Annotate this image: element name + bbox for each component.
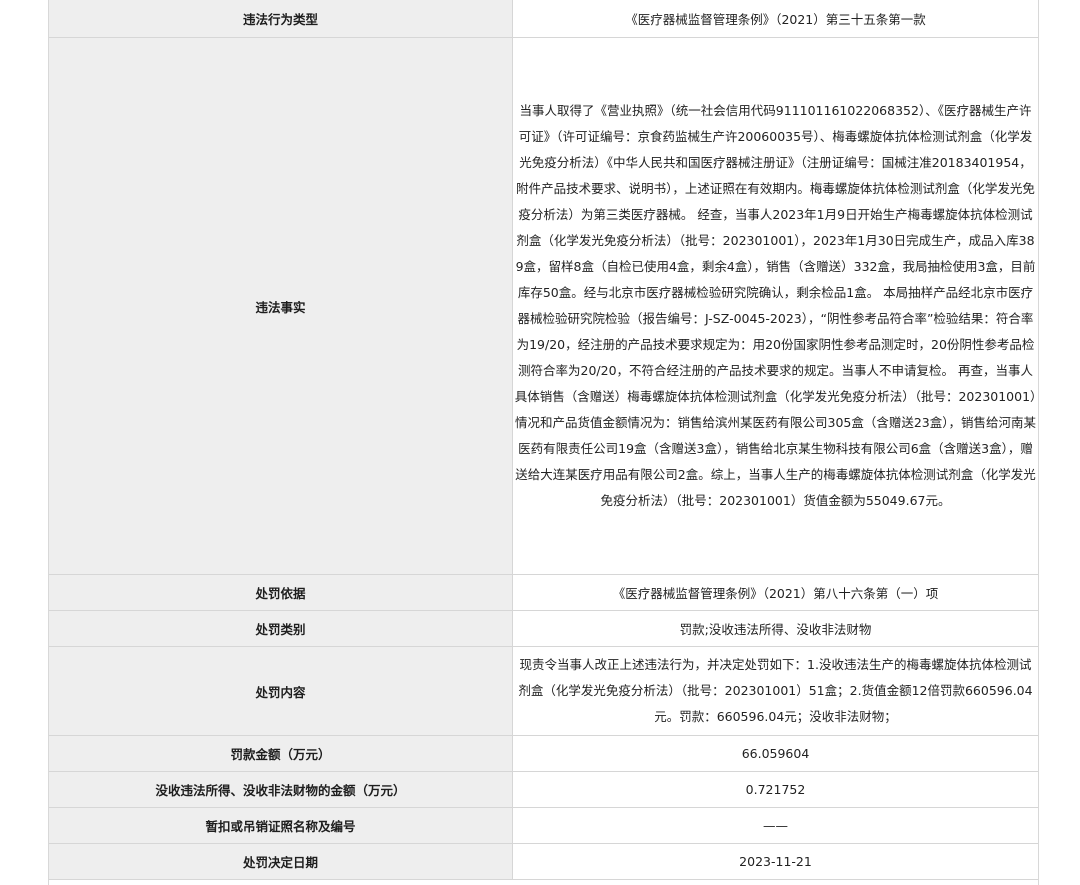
row-label: 处罚依据 xyxy=(49,574,513,611)
row-value: 66.059604 xyxy=(512,735,1038,772)
row-label: 处罚决定日期 xyxy=(49,843,513,880)
row-value: 0.721752 xyxy=(512,771,1038,808)
row-label: 违法行为类型 xyxy=(49,0,513,38)
row-value: 《医疗器械监督管理条例》（2021）第三十五条第一款 xyxy=(512,0,1038,38)
row-label: 违法事实 xyxy=(49,37,513,575)
row-value: 《医疗器械监督管理条例》（2021）第八十六条第（一）项 xyxy=(512,574,1038,611)
violation-facts-text: 当事人取得了《营业执照》（统一社会信用代码91110116102206835​2… xyxy=(512,37,1038,575)
table-row: 违法行为类型 《医疗器械监督管理条例》（2021）第三十五条第一款 xyxy=(49,0,1038,38)
table-row: 违法事实 当事人取得了《营业执照》（统一社会信用代码91110116102206… xyxy=(49,37,1038,575)
penalty-info-table: 违法行为类型 《医疗器械监督管理条例》（2021）第三十五条第一款 违法事实 当… xyxy=(48,0,1039,885)
table-row: 处罚决定日期 2023-11-21 xyxy=(49,843,1038,880)
row-value: 罚款;没收违法所得、没收非法财物 xyxy=(512,610,1038,647)
table-row: 处罚类别 罚款;没收违法所得、没收非法财物 xyxy=(49,610,1038,647)
row-value: —— xyxy=(512,807,1038,844)
table-row: 处罚依据 《医疗器械监督管理条例》（2021）第八十六条第（一）项 xyxy=(49,574,1038,611)
penalty-content-text: 现责令当事人改正上述违法行为，并决定处罚如下：1.没收违法生产的梅毒螺旋体抗体检… xyxy=(512,646,1038,736)
row-label: 处罚内容 xyxy=(49,646,513,736)
row-label: 暂扣或吊销证照名称及编号 xyxy=(49,807,513,844)
row-label: 没收违法所得、没收非法财物的金额（万元） xyxy=(49,771,513,808)
row-label: 处罚类别 xyxy=(49,610,513,647)
table-row: 处罚内容 现责令当事人改正上述违法行为，并决定处罚如下：1.没收违法生产的梅毒螺… xyxy=(49,646,1038,736)
row-value: 2023-11-21 xyxy=(512,843,1038,880)
table-row: 暂扣或吊销证照名称及编号 —— xyxy=(49,807,1038,844)
row-label: 罚款金额（万元） xyxy=(49,735,513,772)
table-row: 没收违法所得、没收非法财物的金额（万元） 0.721752 xyxy=(49,771,1038,808)
table-row: 罚款金额（万元） 66.059604 xyxy=(49,735,1038,772)
